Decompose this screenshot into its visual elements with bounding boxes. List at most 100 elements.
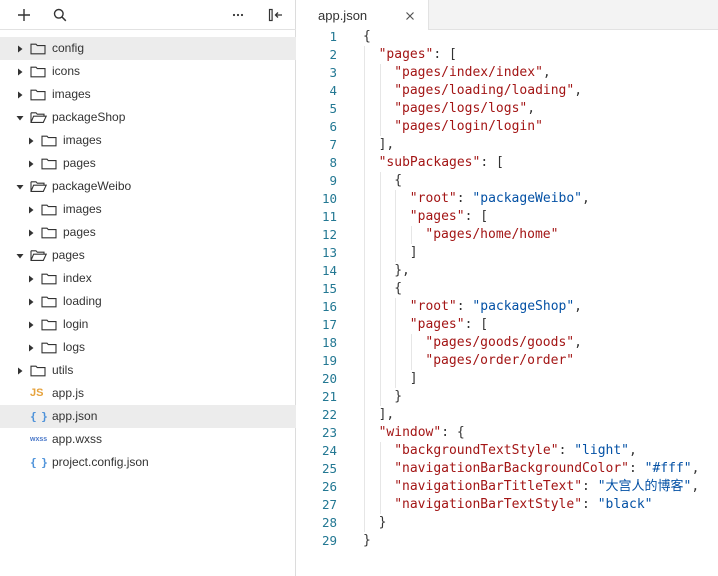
- tree-file[interactable]: { } app.json: [0, 405, 296, 428]
- folder-open-icon: [30, 106, 52, 129]
- indent-guide: [379, 334, 381, 352]
- line-number: 6: [329, 119, 337, 134]
- json-key: "subPackages": [378, 155, 481, 170]
- tree-folder[interactable]: login: [0, 313, 296, 336]
- tree-folder[interactable]: images: [0, 129, 296, 152]
- tree-folder[interactable]: config: [0, 37, 296, 60]
- chevron-right-icon[interactable]: [16, 359, 30, 382]
- indent-guide: [364, 442, 365, 460]
- line-number: 22: [321, 407, 337, 422]
- tree-folder[interactable]: logs: [0, 336, 296, 359]
- indent-guide: [379, 280, 381, 298]
- json-key: "pages/login/login": [394, 119, 543, 134]
- indent-guide: [395, 226, 397, 244]
- chevron-down-icon[interactable]: [16, 106, 30, 129]
- tree-folder[interactable]: packageShop: [0, 106, 296, 129]
- indent-guide: [364, 316, 365, 334]
- chevron-down-icon[interactable]: [16, 175, 30, 198]
- tree-item-label: utils: [52, 363, 74, 377]
- chevron-right-icon[interactable]: [27, 290, 41, 313]
- json-punctuation: ,: [542, 65, 551, 80]
- code-line: 16 "root": "packageShop",: [297, 298, 718, 316]
- line-number: 19: [321, 353, 337, 368]
- folder-icon: [41, 290, 63, 313]
- indent-guide: [379, 442, 381, 460]
- chevron-right-icon[interactable]: [27, 221, 41, 244]
- tree-folder[interactable]: pages: [0, 244, 296, 267]
- json-string: "大宫人的博客": [597, 479, 692, 494]
- tree-folder[interactable]: packageWeibo: [0, 175, 296, 198]
- chevron-right-icon[interactable]: [16, 60, 30, 83]
- chevron-right-icon[interactable]: [16, 83, 30, 106]
- chevron-down-icon[interactable]: [16, 244, 30, 267]
- code-text: ]: [410, 244, 418, 262]
- chevron-right-icon[interactable]: [16, 37, 30, 60]
- search-icon[interactable]: [48, 0, 72, 30]
- tree-file[interactable]: wxss app.wxss: [0, 428, 296, 451]
- tree-item-label: images: [63, 133, 102, 147]
- folder-icon: [41, 129, 63, 152]
- chevron-right-icon[interactable]: [27, 267, 41, 290]
- indent-guide: [379, 208, 381, 226]
- more-icon[interactable]: [226, 0, 250, 30]
- line-number: 28: [321, 515, 337, 530]
- chevron-right-icon[interactable]: [27, 313, 41, 336]
- code-line: 11 "pages": [: [297, 208, 718, 226]
- code-text: "root": "packageWeibo",: [410, 190, 590, 208]
- indent-guide: [379, 262, 381, 280]
- add-icon[interactable]: [12, 0, 36, 30]
- tree-file[interactable]: { } project.config.json: [0, 451, 296, 474]
- tree-folder[interactable]: loading: [0, 290, 296, 313]
- code-text: }: [363, 532, 371, 550]
- indent-guide: [364, 100, 365, 118]
- json-punctuation: : {: [441, 425, 465, 440]
- close-icon[interactable]: [404, 9, 416, 21]
- tree-folder[interactable]: utils: [0, 359, 296, 382]
- indent-guide: [364, 352, 365, 370]
- chevron-right-icon[interactable]: [27, 198, 41, 221]
- tree-file[interactable]: JS app.js: [0, 382, 296, 405]
- code-line: 8 "subPackages": [: [297, 154, 718, 172]
- tree-folder[interactable]: images: [0, 83, 296, 106]
- json-punctuation: : [: [433, 47, 457, 62]
- collapse-panel-icon[interactable]: [264, 0, 288, 30]
- indent-guide: [379, 82, 381, 100]
- tree-folder[interactable]: index: [0, 267, 296, 290]
- json-punctuation: ,: [574, 83, 583, 98]
- tree-folder[interactable]: images: [0, 198, 296, 221]
- tree-folder[interactable]: pages: [0, 152, 296, 175]
- code-line: 10 "root": "packageWeibo",: [297, 190, 718, 208]
- indent-guide: [364, 226, 365, 244]
- json-punctuation: :: [582, 497, 598, 512]
- json-key: "pages/index/index": [394, 65, 543, 80]
- indent-guide: [364, 334, 365, 352]
- code-line: 3 "pages/index/index",: [297, 64, 718, 82]
- explorer-toolbar: [0, 0, 296, 30]
- tab-title: app.json: [318, 7, 368, 23]
- tab-app-json[interactable]: app.json: [297, 0, 429, 30]
- chevron-right-icon[interactable]: [27, 129, 41, 152]
- indent-guide: [379, 316, 381, 334]
- code-area[interactable]: 1{2 "pages": [3 "pages/index/index", 4 "page…: [297, 28, 718, 550]
- json-key: "window": [378, 425, 442, 440]
- indent-guide: [379, 226, 381, 244]
- chevron-right-icon[interactable]: [27, 152, 41, 175]
- chevron-right-icon[interactable]: [27, 336, 41, 359]
- indent-guide: [364, 478, 365, 496]
- folder-icon: [41, 313, 63, 336]
- code-text: ]: [410, 370, 418, 388]
- line-number: 9: [329, 173, 337, 188]
- tree-folder[interactable]: pages: [0, 221, 296, 244]
- tree-folder[interactable]: icons: [0, 60, 296, 83]
- indent-guide: [364, 280, 365, 298]
- folder-icon: [41, 198, 63, 221]
- code-line: 23 "window": {: [297, 424, 718, 442]
- line-number: 5: [329, 101, 337, 116]
- json-key: "pages": [409, 209, 465, 224]
- code-line: 14},: [297, 262, 718, 280]
- code-line: 29}: [297, 532, 718, 550]
- indent-guide: [395, 334, 397, 352]
- code-line: 6 "pages/login/login": [297, 118, 718, 136]
- tree-item-label: pages: [52, 248, 85, 262]
- indent-guide: [364, 82, 365, 100]
